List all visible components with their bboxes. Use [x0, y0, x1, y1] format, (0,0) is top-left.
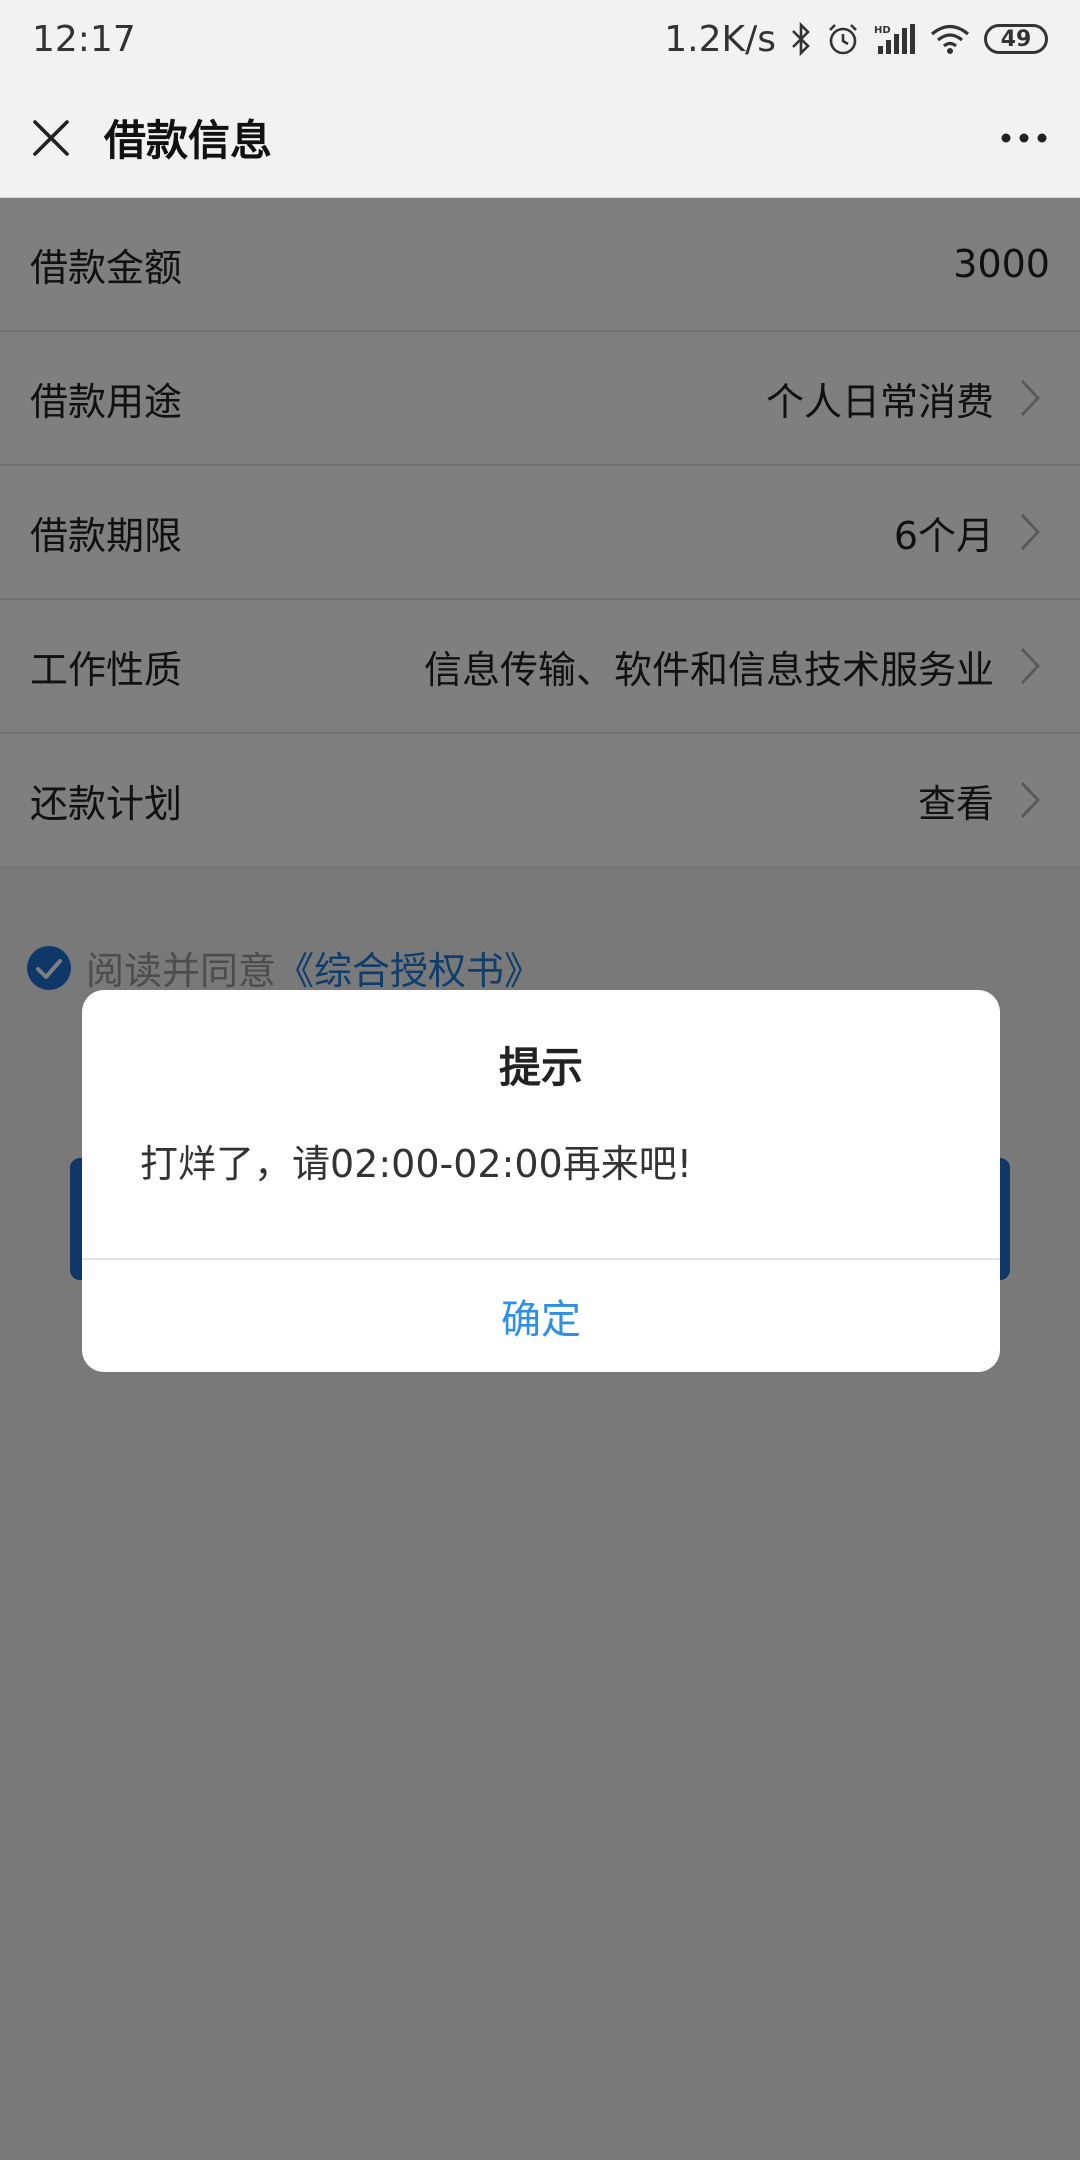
status-time: 12:17 — [32, 18, 136, 60]
confirm-button[interactable]: 确定 — [82, 1260, 1000, 1372]
page-title: 借款信息 — [104, 116, 273, 165]
alert-dialog: 提示 打烊了，请02:00-02:00再来吧! 确定 — [82, 990, 1000, 1372]
status-icons: 1.2K/s HD 49 — [664, 19, 1048, 60]
close-icon[interactable] — [26, 113, 76, 163]
svg-text:HD: HD — [874, 25, 891, 36]
status-bar: 12:17 1.2K/s HD 49 — [0, 0, 1080, 78]
alarm-icon — [826, 22, 860, 56]
bluetooth-icon — [790, 22, 812, 56]
dialog-message: 打烊了，请02:00-02:00再来吧! — [140, 1142, 692, 1186]
wifi-icon — [930, 23, 970, 55]
dialog-title: 提示 — [498, 1043, 583, 1092]
network-speed: 1.2K/s — [664, 18, 776, 60]
battery-icon: 49 — [984, 24, 1048, 54]
more-icon[interactable] — [994, 113, 1054, 163]
nav-bar: 借款信息 — [0, 78, 1080, 198]
hd-signal-icon: HD — [874, 22, 916, 56]
